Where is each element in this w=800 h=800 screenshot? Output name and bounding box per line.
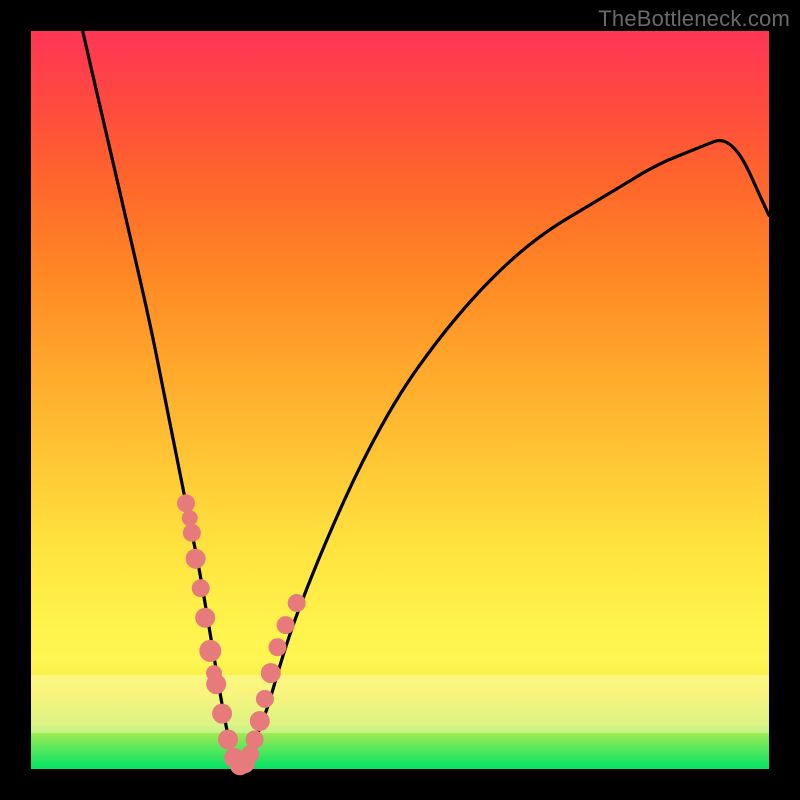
highlight-dot xyxy=(183,524,201,542)
highlight-dot xyxy=(177,494,195,512)
bottleneck-curve xyxy=(83,31,769,766)
plot-area xyxy=(31,31,769,769)
highlight-dot xyxy=(246,731,264,749)
highlight-dot xyxy=(218,730,238,750)
highlight-dot xyxy=(277,616,295,634)
highlight-dot xyxy=(206,665,222,681)
highlight-dot xyxy=(261,663,281,683)
highlight-dot xyxy=(250,711,270,731)
highlight-dot xyxy=(269,638,287,656)
highlight-dot xyxy=(199,640,221,662)
highlight-dot xyxy=(192,579,210,597)
highlight-dot xyxy=(195,608,215,628)
highlight-dot xyxy=(288,594,306,612)
highlight-dot xyxy=(182,510,198,526)
highlight-dots-group xyxy=(177,494,306,775)
chart-frame: TheBottleneck.com xyxy=(0,0,800,800)
highlight-dot xyxy=(212,704,232,724)
highlight-dot xyxy=(186,549,206,569)
chart-svg xyxy=(31,31,769,769)
watermark-text: TheBottleneck.com xyxy=(598,6,790,32)
highlight-dot xyxy=(256,690,274,708)
